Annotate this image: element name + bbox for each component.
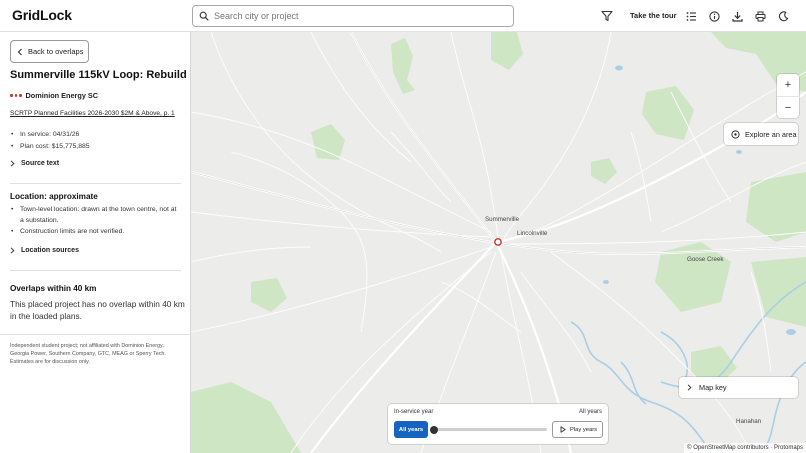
back-to-overlaps-button[interactable]: Back to overlaps [10,40,89,63]
project-marker-icon[interactable] [493,237,503,247]
utility-color-dots-icon [10,94,22,97]
source-text-label: Source text [21,160,60,167]
download-icon[interactable] [730,9,744,23]
map-key-label: Map key [699,383,727,392]
location-sources-toggle[interactable]: Location sources [10,247,79,254]
year-timeline: In-service year All years All years Play… [388,404,608,444]
town-label: Summerville [485,216,520,223]
zoom-controls: + − [777,74,799,118]
year-slider[interactable] [430,425,547,434]
town-label: Hanahan [736,418,762,425]
osm-attribution-link[interactable]: © OpenStreetMap contributors [687,445,768,451]
filter-icon[interactable] [600,9,614,23]
explore-area-label: Explore an area [745,129,797,139]
moon-icon[interactable] [776,9,790,23]
play-years-button[interactable]: Play years [552,421,603,438]
town-label: Lincolnville [517,230,548,237]
project-facts: In service: 04/31/26 Plan cost: $15,775,… [10,129,90,153]
location-note: Construction limits are not verified. [10,227,182,238]
project-detail-panel: Back to overlaps Summerville 115kV Loop:… [0,32,191,453]
location-notes: Town-level location: drawn at the town c… [10,205,182,239]
location-sources-label: Location sources [21,247,79,254]
list-icon[interactable] [684,9,698,23]
map-canvas[interactable]: Summerville Lincolnville Goose Creek Han… [191,32,806,453]
zoom-in-button[interactable]: + [777,74,799,96]
top-bar: GridLock Take the tour [0,0,806,32]
project-title: Summerville 115kV Loop: Rebuild [10,69,187,81]
map-key-toggle[interactable]: Map key [679,377,798,398]
all-years-button[interactable]: All years [394,421,428,438]
info-icon[interactable] [707,9,721,23]
timeline-label: In-service year [394,409,434,415]
overlaps-heading: Overlaps within 40 km [10,284,97,293]
protomaps-attribution-link[interactable]: Protomaps [774,445,803,451]
utility-name: Dominion Energy SC [10,91,98,100]
divider [10,270,181,271]
chevron-left-icon [17,48,22,55]
location-note: Town-level location: drawn at the town c… [10,205,182,226]
divider [10,183,181,184]
chevron-right-icon [10,247,15,254]
utility-label: Dominion Energy SC [25,91,99,100]
source-document-link[interactable]: SCRTP Planned Facilities 2026-2030 $2M &… [10,110,175,117]
overlaps-text: This placed project has no overlap withi… [10,299,185,321]
town-label: Goose Creek [687,256,724,263]
search-icon [199,11,209,21]
year-slider-thumb[interactable] [430,425,438,434]
divider [0,334,191,335]
explore-area-button[interactable]: Explore an area [724,123,798,145]
take-tour-button[interactable]: Take the tour [630,11,677,20]
location-heading: Location: approximate [10,192,98,201]
search-box[interactable] [192,5,514,27]
chevron-right-icon [10,160,15,167]
plan-cost: Plan cost: $15,775,885 [10,141,90,153]
chevron-right-icon [687,384,692,391]
map-attribution: © OpenStreetMap contributors · Protomaps [684,443,806,453]
print-icon[interactable] [753,9,767,23]
zoom-out-button[interactable]: − [777,96,799,118]
source-text-toggle[interactable]: Source text [10,160,59,167]
target-icon [731,129,740,139]
app-logo[interactable]: GridLock [12,7,72,23]
play-years-label: Play years [570,426,598,433]
play-icon [560,426,566,433]
back-button-label: Back to overlaps [28,47,84,56]
timeline-value: All years [578,409,602,415]
disclaimer: Independent student project; not affilia… [10,343,166,365]
in-service-date: In service: 04/31/26 [10,129,90,141]
search-input[interactable] [214,11,504,21]
